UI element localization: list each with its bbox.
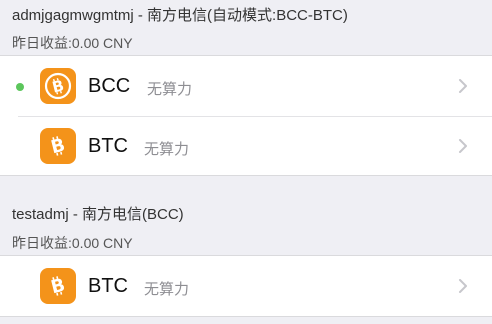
bitcoin-icon: B <box>40 268 76 304</box>
chevron-right-icon <box>459 139 467 153</box>
worker-group-title: testadmj - 南方电信(BCC) <box>12 206 184 223</box>
hashrate-status: 无算力 <box>144 281 190 298</box>
chevron-right-icon <box>459 279 467 293</box>
coin-name: BTC <box>88 275 128 297</box>
coin-row-btc[interactable]: B BTC 无算力 <box>0 116 492 176</box>
coin-name: BTC <box>88 135 128 157</box>
hashrate-status: 无算力 <box>147 81 193 98</box>
bitcoin-cash-icon: B <box>40 68 76 104</box>
worker-group-card-2: B BTC 无算力 <box>0 255 492 317</box>
coin-name: BCC <box>88 75 131 97</box>
worker-group-card-1: B BCC 无算力 B BTC 无算力 <box>0 55 492 176</box>
coin-row-bcc[interactable]: B BCC 无算力 <box>0 56 492 116</box>
active-status-dot <box>16 83 24 91</box>
yesterday-earnings: 昨日收益:0.00 CNY <box>12 35 133 51</box>
group-header-1: admjgagmwgmtmj - 南方电信(自动模式:BCC-BTC) 昨日收益… <box>0 0 492 56</box>
bitcoin-icon: B <box>40 128 76 164</box>
chevron-right-icon <box>459 79 467 93</box>
yesterday-earnings: 昨日收益:0.00 CNY <box>12 235 133 251</box>
worker-group-title: admjgagmwgmtmj - 南方电信(自动模式:BCC-BTC) <box>12 7 348 24</box>
coin-row-btc[interactable]: B BTC 无算力 <box>0 256 492 316</box>
hashrate-status: 无算力 <box>144 141 190 158</box>
group-header-2: testadmj - 南方电信(BCC) 昨日收益:0.00 CNY <box>0 176 492 256</box>
